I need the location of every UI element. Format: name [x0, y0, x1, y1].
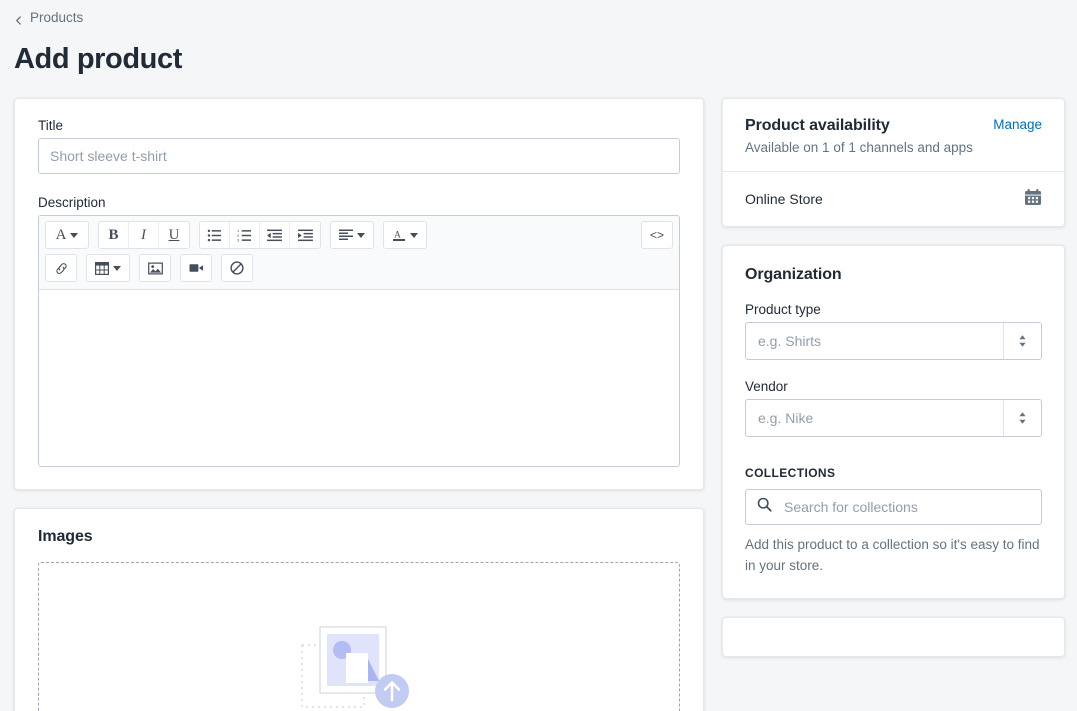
product-availability-subtitle: Available on 1 of 1 channels and apps: [745, 140, 973, 155]
table-icon: [95, 261, 109, 275]
chevron-updown-icon: [1019, 412, 1026, 424]
indent-icon: [297, 229, 313, 241]
chevron-down-icon: [113, 265, 121, 271]
editor-toolbars: A B I U 1 2 3 A <>: [39, 216, 679, 290]
toolbar-group-image: [139, 254, 171, 282]
insert-video-button[interactable]: [181, 255, 211, 281]
font-style-label: A: [55, 226, 67, 243]
image-dropzone[interactable]: [38, 562, 680, 711]
outdent-icon: [267, 229, 282, 241]
toolbar-group-font: A: [45, 221, 89, 249]
add-product-page: Products Add product Title Description A: [0, 0, 1077, 711]
indent-button[interactable]: [290, 222, 320, 248]
text-color-icon: A: [393, 231, 405, 241]
align-left-icon: [339, 229, 353, 240]
organization-card: Organization Product type Vendor: [722, 245, 1065, 599]
toolbar-group-video: [180, 254, 212, 282]
product-type-combobox[interactable]: [745, 322, 1042, 360]
toolbar-group-textstyle: B I U: [98, 221, 190, 249]
manage-availability-link[interactable]: Manage: [993, 117, 1042, 132]
collections-search-input[interactable]: [782, 498, 1030, 516]
toolbar-group-color: A: [383, 221, 427, 249]
vendor-input[interactable]: [746, 400, 1003, 436]
font-style-dropdown[interactable]: A: [46, 222, 88, 248]
chevron-updown-icon: [1019, 335, 1026, 347]
underline-button[interactable]: U: [159, 222, 189, 248]
image-icon: [147, 262, 163, 274]
vendor-combobox[interactable]: [745, 399, 1042, 437]
video-icon: [188, 264, 203, 272]
toolbar-group-clear: [221, 254, 253, 282]
toolbar-group-table: [86, 254, 130, 282]
description-editor[interactable]: A B I U 1 2 3 A <>: [38, 215, 680, 467]
description-textarea[interactable]: [39, 290, 679, 466]
breadcrumb-label: Products: [30, 10, 84, 25]
vendor-label: Vendor: [745, 379, 788, 394]
clear-formatting-button[interactable]: [222, 255, 252, 281]
insert-table-dropdown[interactable]: [87, 255, 129, 281]
chevron-down-icon: [357, 232, 365, 238]
bulleted-list-button[interactable]: [200, 222, 230, 248]
text-color-dropdown[interactable]: A: [384, 222, 426, 248]
collections-helper-text: Add this product to a collection so it's…: [745, 537, 1040, 573]
product-availability-title: Product availability: [745, 117, 890, 134]
product-availability-card: Product availability Manage Available on…: [722, 98, 1065, 227]
svg-text:3: 3: [237, 237, 239, 242]
no-formatting-icon: [230, 261, 244, 275]
code-view-button[interactable]: <>: [642, 222, 672, 248]
insert-link-button[interactable]: [46, 255, 76, 281]
calendar-icon[interactable]: [1024, 188, 1042, 209]
next-card-partial: [722, 617, 1065, 657]
toolbar-group-code: <>: [641, 221, 673, 249]
search-icon: [757, 497, 772, 517]
link-icon: [55, 262, 67, 274]
description-field-label: Description: [38, 195, 106, 210]
numbered-list-icon: 1 2 3: [237, 229, 251, 242]
channel-name: Online Store: [745, 190, 823, 207]
chevron-down-icon: [410, 232, 418, 238]
editor-toolbar-row-1: A B I U 1 2 3 A <>: [39, 216, 679, 254]
toolbar-group-align: [330, 221, 374, 249]
editor-toolbar-row-2: [39, 254, 679, 289]
sidebar-column: Product availability Manage Available on…: [722, 98, 1065, 675]
page-title: Add product: [14, 43, 182, 75]
collections-heading: COLLECTIONS: [745, 466, 836, 480]
chevron-down-icon: [70, 232, 79, 238]
bold-button[interactable]: B: [99, 222, 129, 248]
product-details-card: Title Description A: [14, 98, 704, 490]
insert-image-button[interactable]: [140, 255, 170, 281]
main-column: Title Description A: [14, 98, 704, 711]
code-glyph: <>: [649, 228, 664, 242]
align-dropdown[interactable]: [331, 222, 373, 248]
images-card: Images: [14, 508, 704, 711]
title-input[interactable]: [38, 138, 680, 174]
title-field-label: Title: [38, 118, 64, 133]
organization-title: Organization: [745, 266, 842, 283]
product-type-dropdown-button[interactable]: [1003, 323, 1041, 359]
toolbar-group-link: [45, 254, 77, 282]
collections-search-box[interactable]: [745, 489, 1042, 525]
outdent-button[interactable]: [260, 222, 290, 248]
image-upload-illustration: [298, 617, 420, 711]
bold-glyph: B: [108, 226, 119, 243]
images-card-title: Images: [38, 528, 93, 545]
chevron-left-icon: [14, 13, 23, 25]
italic-glyph: I: [141, 226, 146, 243]
channel-row-online-store[interactable]: Online Store: [723, 172, 1064, 226]
bullet-list-icon: [207, 229, 221, 241]
product-type-input[interactable]: [746, 323, 1003, 359]
vendor-dropdown-button[interactable]: [1003, 400, 1041, 436]
toolbar-group-lists: 1 2 3: [199, 221, 321, 249]
underline-glyph: U: [168, 226, 180, 243]
italic-button[interactable]: I: [129, 222, 159, 248]
numbered-list-button[interactable]: 1 2 3: [230, 222, 260, 248]
product-type-label: Product type: [745, 302, 821, 317]
breadcrumb-back-to-products[interactable]: Products: [14, 10, 83, 25]
